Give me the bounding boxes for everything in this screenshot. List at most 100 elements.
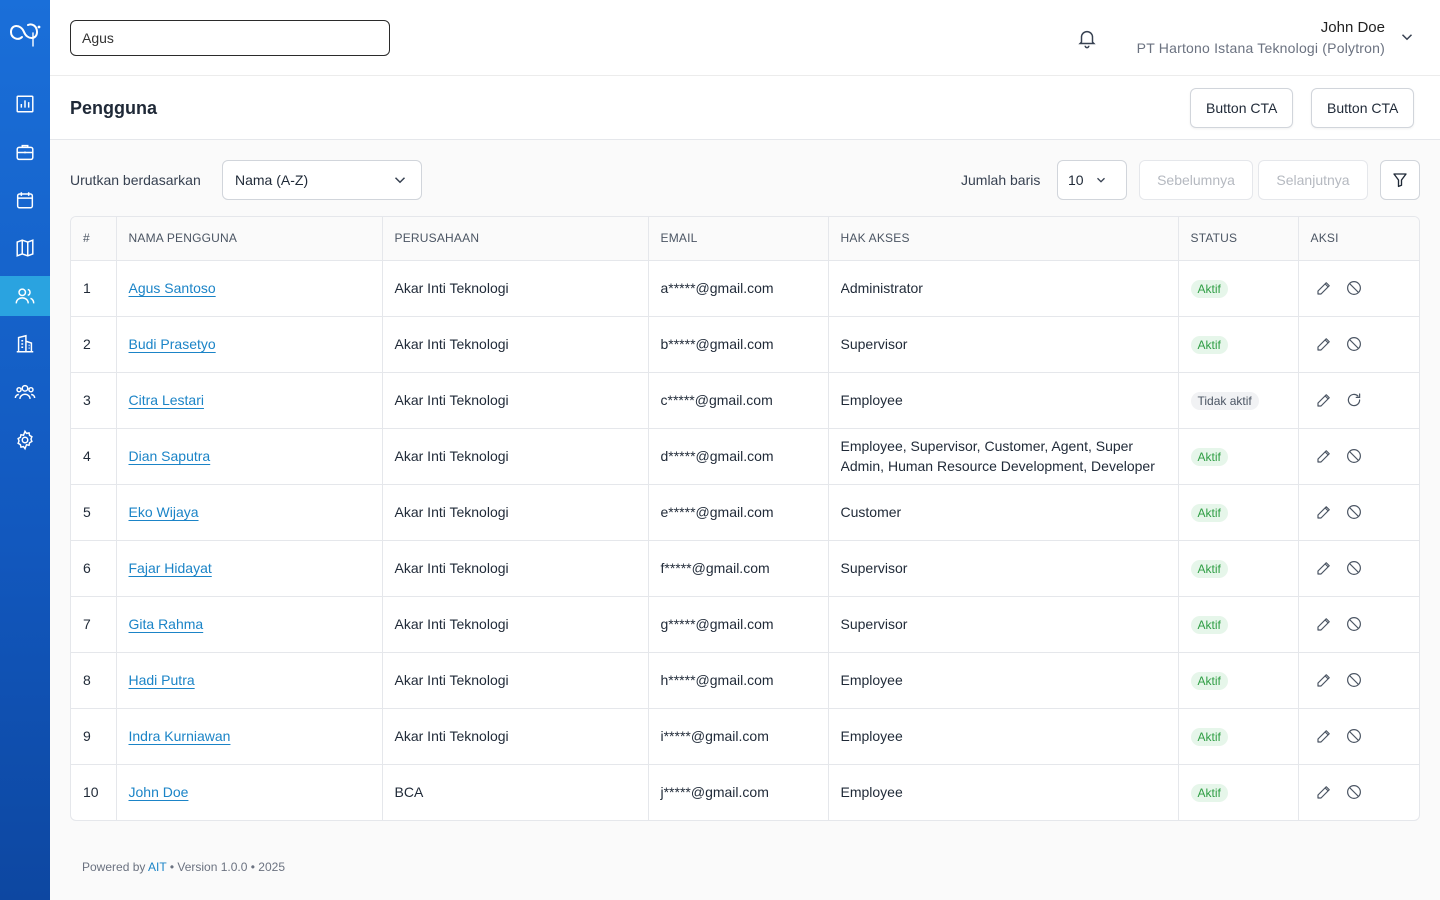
bell-icon[interactable] (1076, 27, 1098, 49)
deactivate-icon[interactable] (1345, 279, 1363, 297)
row-actions (1311, 671, 1410, 689)
footer-brand-link[interactable]: AIT (148, 860, 166, 874)
user-name-link[interactable]: Budi Prasetyo (129, 336, 216, 352)
sidebar-item-team[interactable] (0, 372, 50, 412)
user-name-link[interactable]: John Doe (129, 784, 189, 800)
cell-company: Akar Inti Teknologi (382, 484, 649, 541)
cell-email: j*****@gmail.com (648, 764, 829, 820)
cell-name: Hadi Putra (116, 652, 383, 709)
cell-name: Indra Kurniawan (116, 708, 383, 765)
deactivate-icon[interactable] (1345, 335, 1363, 353)
deactivate-icon[interactable] (1345, 671, 1363, 689)
next-page-button[interactable]: Selanjutnya (1258, 160, 1368, 200)
sidebar-item-dashboard[interactable] (0, 84, 50, 124)
user-name-link[interactable]: Indra Kurniawan (129, 728, 231, 744)
edit-icon[interactable] (1315, 447, 1333, 465)
cell-actions (1298, 596, 1419, 653)
building-icon (16, 334, 34, 353)
status-badge: Aktif (1190, 728, 1228, 746)
column-header-status: STATUS (1178, 217, 1299, 261)
page-title: Pengguna (70, 98, 158, 118)
row-actions (1311, 279, 1410, 297)
cell-actions (1298, 708, 1419, 765)
cell-access: Administrator (828, 260, 1179, 317)
edit-icon[interactable] (1315, 615, 1333, 633)
row-actions (1311, 335, 1410, 353)
user-name-link[interactable]: Gita Rahma (129, 616, 204, 632)
user-name-link[interactable]: Dian Saputra (129, 448, 211, 464)
table-row: 9 Indra Kurniawan Akar Inti Teknologi i****… (71, 708, 1419, 765)
user-name-link[interactable]: Agus Santoso (129, 280, 216, 296)
cell-name: Agus Santoso (116, 260, 383, 317)
sidebar (0, 0, 50, 900)
edit-icon[interactable] (1315, 559, 1333, 577)
edit-icon[interactable] (1315, 671, 1333, 689)
table-header-row: # NAMA PENGGUNA PERUSAHAAN EMAIL HAK AKS… (71, 217, 1419, 261)
reactivate-icon[interactable] (1345, 391, 1363, 409)
cell-access: Supervisor (828, 316, 1179, 373)
chevron-down-icon[interactable] (1398, 28, 1416, 46)
sidebar-item-company[interactable] (0, 324, 50, 364)
cell-actions (1298, 484, 1419, 541)
deactivate-icon[interactable] (1345, 559, 1363, 577)
cta-button-2[interactable]: Button CTA (1311, 88, 1415, 128)
sort-select[interactable]: Nama (A-Z) (222, 160, 422, 200)
access-text: Administrator (840, 280, 923, 296)
user-name-link[interactable]: Fajar Hidayat (129, 560, 212, 576)
rows-label: Jumlah baris (961, 172, 1041, 188)
previous-page-button[interactable]: Sebelumnya (1139, 160, 1253, 200)
user-name-link[interactable]: Eko Wijaya (129, 504, 199, 520)
cell-name: Citra Lestari (116, 372, 383, 429)
cell-number: 4 (71, 428, 117, 485)
deactivate-icon[interactable] (1345, 727, 1363, 745)
user-company: PT Hartono Istana Teknologi (Polytron) (1136, 40, 1385, 56)
chevron-down-icon (1096, 177, 1105, 183)
deactivate-icon[interactable] (1345, 503, 1363, 521)
edit-icon[interactable] (1315, 335, 1333, 353)
sidebar-item-settings[interactable] (0, 420, 50, 460)
sort-value: Nama (A-Z) (235, 172, 309, 188)
access-text: Employee (840, 672, 903, 688)
chevron-down-icon (394, 177, 406, 184)
sidebar-item-map[interactable] (0, 228, 50, 268)
deactivate-icon[interactable] (1345, 615, 1363, 633)
user-name: John Doe (1320, 19, 1385, 36)
cell-email: f*****@gmail.com (648, 540, 829, 597)
team-icon (14, 384, 36, 399)
cell-email: c*****@gmail.com (648, 372, 829, 429)
cta-button-1[interactable]: Button CTA (1190, 88, 1294, 128)
access-text: Supervisor (840, 616, 908, 632)
edit-icon[interactable] (1315, 727, 1333, 745)
edit-icon[interactable] (1315, 503, 1333, 521)
status-badge: Aktif (1190, 336, 1228, 354)
sidebar-item-users[interactable] (0, 276, 50, 316)
app-logo[interactable] (6, 16, 44, 50)
user-name-link[interactable]: Citra Lestari (129, 392, 204, 408)
filter-button[interactable] (1380, 160, 1420, 200)
rows-per-page-select[interactable]: 10 (1057, 160, 1127, 200)
table-row: 4 Dian Saputra Akar Inti Teknologi d*****@g… (71, 428, 1419, 485)
edit-icon[interactable] (1315, 391, 1333, 409)
deactivate-icon[interactable] (1345, 783, 1363, 801)
status-badge: Aktif (1190, 672, 1228, 690)
edit-icon[interactable] (1315, 783, 1333, 801)
status-badge: Aktif (1190, 448, 1228, 466)
search-input[interactable] (70, 20, 390, 56)
cell-access: Employee (828, 764, 1179, 820)
deactivate-icon[interactable] (1345, 447, 1363, 465)
edit-icon[interactable] (1315, 279, 1333, 297)
cell-status: Aktif (1178, 764, 1299, 820)
settings-icon (17, 429, 33, 451)
access-text: Employee (840, 728, 903, 744)
cell-company: Akar Inti Teknologi (382, 372, 649, 429)
cell-status: Aktif (1178, 540, 1299, 597)
user-name-link[interactable]: Hadi Putra (129, 672, 195, 688)
table-row: 3 Citra Lestari Akar Inti Teknologi c*****@… (71, 372, 1419, 429)
access-text: Customer (840, 504, 902, 520)
cell-number: 2 (71, 316, 117, 373)
sidebar-item-jobs[interactable] (0, 132, 50, 172)
user-menu[interactable]: John Doe PT Hartono Istana Teknologi (Po… (1137, 17, 1385, 58)
cell-access: Supervisor (828, 596, 1179, 653)
status-badge: Tidak aktif (1190, 392, 1259, 410)
sidebar-item-calendar[interactable] (0, 180, 50, 220)
